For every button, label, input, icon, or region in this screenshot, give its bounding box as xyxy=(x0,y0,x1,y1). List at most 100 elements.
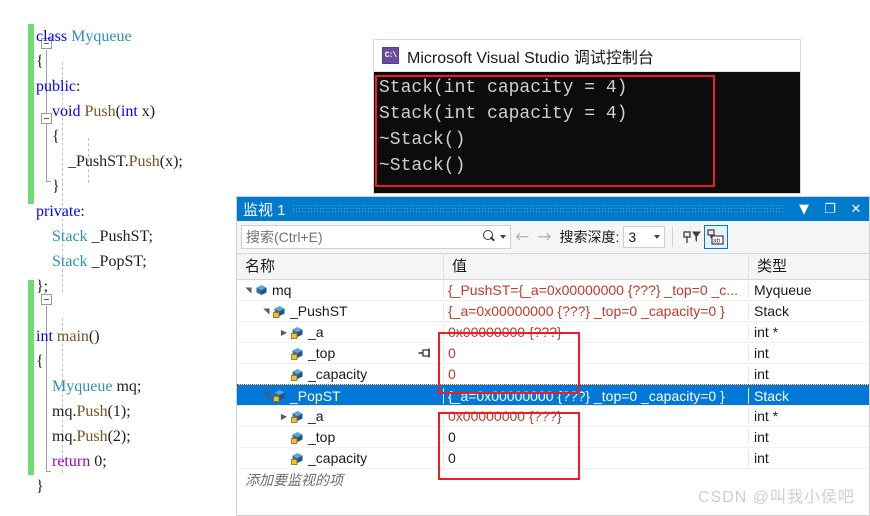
code-token: void xyxy=(52,103,85,120)
search-icon[interactable] xyxy=(483,230,497,244)
table-row[interactable]: ◢ mq {_PushST={_a=0x00000000 {???} _top=0 … xyxy=(237,280,869,301)
console-output: Stack(int capacity = 4) Stack(int capaci… xyxy=(374,72,800,193)
row-value-cell[interactable]: 0 xyxy=(443,345,748,361)
change-bar-bottom xyxy=(28,280,34,475)
code-line: _PushST.Push(x); xyxy=(36,149,183,174)
expander-none: ▸ xyxy=(279,433,289,442)
row-name-label: _PushST xyxy=(290,303,348,319)
row-name-label: _a xyxy=(308,408,324,424)
table-row[interactable]: ◢ _PushST {_a=0x00000000 {???} _top=0 _cap… xyxy=(237,301,869,322)
watch-toolbar[interactable]: 搜索(Ctrl+E) ← → 搜索深度: 3 ab xyxy=(237,221,869,254)
expander-expanded-icon[interactable]: ◢ xyxy=(262,391,271,401)
row-value-cell[interactable]: 0x00000000 {???} xyxy=(443,408,748,424)
table-row[interactable]: ▸ _top 0int xyxy=(237,343,869,364)
row-name-cell[interactable]: ◢ _PushST xyxy=(237,303,443,319)
code-token: Myqueue xyxy=(52,378,113,395)
chevron-down-icon[interactable] xyxy=(500,235,506,239)
code-line: Myqueue mq; xyxy=(36,374,183,399)
code-token: class xyxy=(36,28,72,45)
watch-window[interactable]: 监视 1 ▼ ❐ ✕ 搜索(Ctrl+E) ← → 搜索深度: 3 ab 名称 … xyxy=(236,196,870,516)
row-value-cell[interactable]: 0 xyxy=(443,429,748,445)
code-token: Push xyxy=(84,103,116,120)
row-name-cell[interactable]: ▸ _top xyxy=(237,429,443,445)
table-row[interactable]: ▶ _a 0x00000000 {???} int * xyxy=(237,322,869,343)
expander-collapsed-icon[interactable]: ▶ xyxy=(279,328,289,337)
watch-window-title: 监视 1 xyxy=(243,201,286,219)
code-line: } xyxy=(36,474,183,499)
column-header-type[interactable]: 类型 xyxy=(748,253,869,280)
row-name-cell[interactable]: ▸ _top xyxy=(237,345,443,361)
row-value-cell[interactable]: {_PushST={_a=0x00000000 {???} _top=0 _c.… xyxy=(443,282,748,298)
expander-expanded-icon[interactable]: ◢ xyxy=(244,285,253,295)
chevron-down-icon-depth[interactable] xyxy=(654,235,661,239)
toolbar-separator xyxy=(672,227,674,247)
row-name-cell[interactable]: ▸ _capacity xyxy=(237,450,443,466)
row-type-cell: int xyxy=(748,429,869,445)
console-titlebar[interactable]: C:\ Microsoft Visual Studio 调试控制台 xyxy=(374,40,800,72)
column-header-value[interactable]: 值 xyxy=(443,253,748,280)
row-value-cell[interactable]: 0 xyxy=(443,450,748,466)
code-token: (1); xyxy=(107,403,131,420)
watch-titlebar[interactable]: 监视 1 ▼ ❐ ✕ xyxy=(237,197,869,221)
console-app-icon: C:\ xyxy=(382,47,399,64)
code-token: int xyxy=(36,328,57,345)
code-text[interactable]: class Myqueue {public: void Push(int x) {… xyxy=(36,24,183,499)
dropdown-button[interactable]: ▼ xyxy=(791,197,817,221)
code-token: return xyxy=(52,453,91,470)
code-line: { xyxy=(36,349,183,374)
expander-none: ▸ xyxy=(279,349,289,358)
console-window[interactable]: C:\ Microsoft Visual Studio 调试控制台 Stack(… xyxy=(374,40,800,193)
pin-filter-icon[interactable] xyxy=(680,225,704,249)
row-value-cell[interactable]: {_a=0x00000000 {???} _top=0 _capacity=0 … xyxy=(443,303,748,319)
watch-rows-container[interactable]: ◢ mq {_PushST={_a=0x00000000 {???} _top=0 … xyxy=(237,280,869,469)
row-name-label: _a xyxy=(308,324,324,340)
arrow-left-icon[interactable]: ← xyxy=(511,227,533,247)
code-token: : xyxy=(80,203,85,220)
table-row[interactable]: ▸ _top 0int xyxy=(237,427,869,448)
row-value-cell[interactable]: 0 xyxy=(443,366,748,382)
private-field-icon xyxy=(273,389,286,402)
code-token: Push xyxy=(128,153,160,170)
pin-icon[interactable] xyxy=(418,347,432,360)
watch-grid[interactable]: 名称 值 类型 ◢ mq {_PushST={_a=0x00000000 {???}… xyxy=(237,253,869,515)
row-name-cell[interactable]: ◢ _PopST xyxy=(237,388,443,404)
row-name-label: _PopST xyxy=(290,387,341,404)
row-value-cell[interactable]: {_a=0x00000000 {???} _top=0 _capacity=0 … xyxy=(443,387,748,404)
code-token: mq. xyxy=(52,403,77,420)
row-name-cell[interactable]: ▶ _a xyxy=(237,408,443,424)
maximize-button[interactable]: ❐ xyxy=(817,197,843,221)
code-line: int main() xyxy=(36,324,183,349)
code-line: public: xyxy=(36,74,183,99)
code-token: x) xyxy=(137,103,156,120)
table-row[interactable]: ◢ _PopST {_a=0x00000000 {???} _top=0 _capa… xyxy=(237,385,869,406)
code-token: Push xyxy=(76,428,108,445)
titlebar-drag-handle[interactable] xyxy=(291,204,785,214)
code-token: Push xyxy=(76,403,108,420)
code-token: }; xyxy=(36,278,49,295)
row-name-cell[interactable]: ▶ _a xyxy=(237,324,443,340)
expander-collapsed-icon[interactable]: ▶ xyxy=(279,412,289,421)
expander-expanded-icon[interactable]: ◢ xyxy=(262,306,271,316)
private-field-icon xyxy=(291,410,304,423)
arrow-right-icon[interactable]: → xyxy=(533,227,555,247)
table-row[interactable]: ▸ _capacity 0int xyxy=(237,448,869,469)
svg-text:ab: ab xyxy=(713,238,721,245)
code-line: mq.Push(2); xyxy=(36,424,183,449)
row-name-cell[interactable]: ◢ mq xyxy=(237,282,443,298)
search-input[interactable]: 搜索(Ctrl+E) xyxy=(241,225,511,249)
table-row[interactable]: ▶ _a 0x00000000 {???} int * xyxy=(237,406,869,427)
close-button[interactable]: ✕ xyxy=(843,197,869,221)
row-type-cell: int xyxy=(748,345,869,361)
code-token: main xyxy=(56,328,89,345)
code-line: void Push(int x) xyxy=(36,99,183,124)
code-line: }; xyxy=(36,274,183,299)
code-token: } xyxy=(52,178,60,195)
code-line: return 0; xyxy=(36,449,183,474)
column-header-name[interactable]: 名称 xyxy=(237,254,443,280)
string-view-icon[interactable]: ab xyxy=(704,225,729,249)
search-depth-combo[interactable]: 3 xyxy=(623,226,666,248)
table-row[interactable]: ▸ _capacity 0int xyxy=(237,364,869,385)
row-value-cell[interactable]: 0x00000000 {???} xyxy=(443,324,748,340)
row-name-cell[interactable]: ▸ _capacity xyxy=(237,366,443,382)
